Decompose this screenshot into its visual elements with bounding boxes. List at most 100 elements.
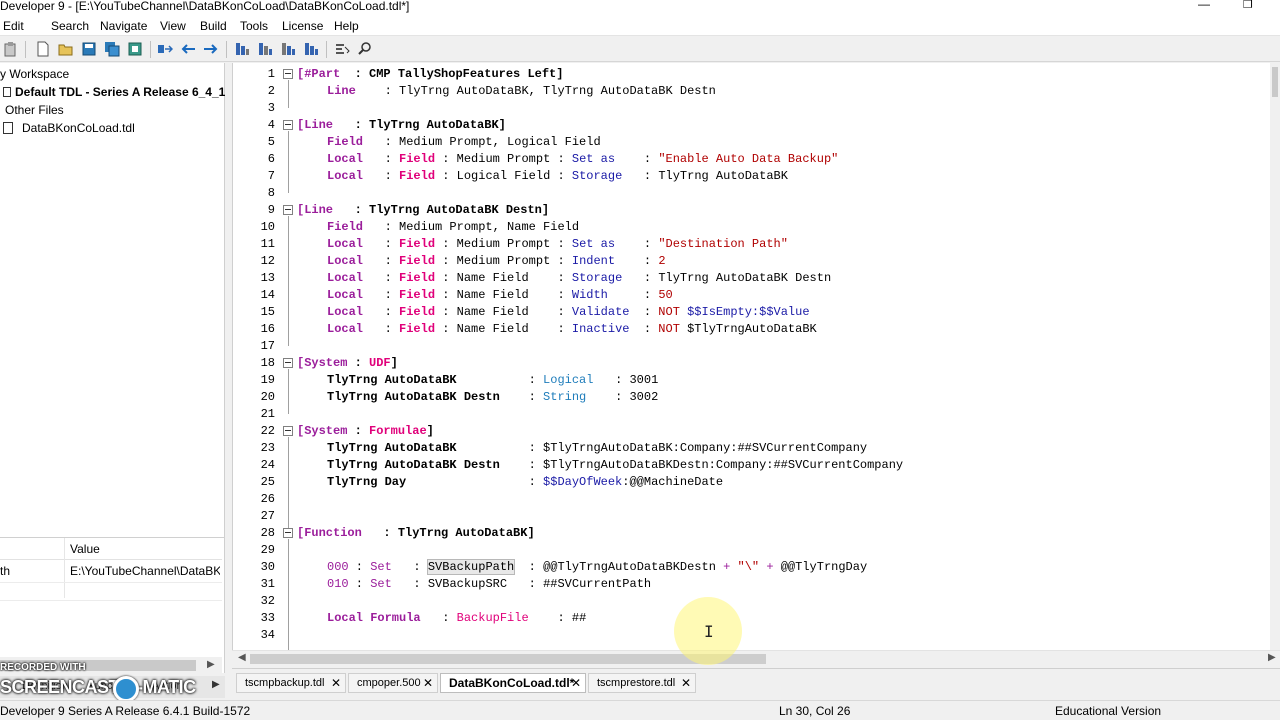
line-number: 20 <box>260 390 275 404</box>
save-icon[interactable] <box>81 41 97 57</box>
close-tab-icon[interactable]: ✕ <box>571 674 581 692</box>
tree-item-project[interactable]: Default TDL - Series A Release 6_4_1 <box>3 83 225 101</box>
line-number: 8 <box>267 186 275 200</box>
workspace-pane: y Workspace Default TDL - Series A Relea… <box>0 63 225 594</box>
window-title: Developer 9 - [E:\YouTubeChannel\DataBKo… <box>0 0 410 13</box>
line-number: 9 <box>267 203 275 217</box>
code-line-11: Local : Field : Medium Prompt : Set as :… <box>327 237 788 251</box>
minimize-icon[interactable]: — <box>1198 0 1212 12</box>
menu-tools[interactable]: Tools <box>240 18 268 34</box>
editor-vertical-scrollbar[interactable] <box>1270 63 1280 650</box>
export-icon[interactable] <box>127 41 143 57</box>
code-line-16: Local : Field : Name Field : Inactive : … <box>327 322 817 336</box>
tab-function[interactable]: Function <box>88 680 130 692</box>
line-number: 31 <box>260 577 275 591</box>
zoom-icon[interactable] <box>357 41 373 57</box>
tab-action[interactable]: Action <box>152 680 183 692</box>
tree-item-other-files[interactable]: Other Files <box>5 101 64 119</box>
project-label: Default TDL - Series A Release 6_4_1 <box>15 85 226 99</box>
code-line-2: Line : TlyTrng AutoDataBK, TlyTrng AutoD… <box>327 84 716 98</box>
line-number: 1 <box>267 67 275 81</box>
code-line-9: [Line : TlyTrng AutoDataBK Destn] <box>297 203 550 217</box>
property-name: th <box>0 564 11 578</box>
line-number: 14 <box>260 288 275 302</box>
line-number: 28 <box>260 526 275 540</box>
property-value[interactable]: E:\YouTubeChannel\DataBKo <box>70 564 220 578</box>
menu-navigate[interactable]: Navigate <box>100 18 147 34</box>
toolbar-separator <box>326 41 327 58</box>
fold-toggle-icon[interactable] <box>283 120 293 130</box>
build-icon[interactable] <box>234 41 250 57</box>
menu-edit[interactable]: Edit <box>3 18 24 34</box>
close-tab-icon[interactable]: ✕ <box>331 674 341 692</box>
save-all-icon[interactable] <box>104 41 120 57</box>
clean-icon[interactable] <box>303 41 319 57</box>
close-tab-icon[interactable]: ✕ <box>681 674 691 692</box>
menu-search[interactable]: Search <box>51 18 89 34</box>
menu-build[interactable]: Build <box>200 18 227 34</box>
menu-bar: Edit Search Navigate View Build Tools Li… <box>0 16 1280 36</box>
tabs-scroll-right-icon[interactable]: ▶ <box>212 679 220 690</box>
fold-toggle-icon[interactable] <box>283 358 293 368</box>
code-line-14: Local : Field : Name Field : Width : 50 <box>327 288 673 302</box>
line-number: 27 <box>260 509 275 523</box>
tab-tscmprestore[interactable]: tscmprestore.tdl ✕ <box>588 673 696 693</box>
close-tab-icon[interactable]: ✕ <box>423 674 433 692</box>
tab-databkoncoload[interactable]: DataBKonCoLoad.tdl* ✕ <box>440 673 586 693</box>
open-folder-icon[interactable] <box>58 41 74 57</box>
code-line-20: TlyTrng AutoDataBK Destn : String : 3002 <box>327 390 659 404</box>
scroll-right-icon[interactable]: ▶ <box>1268 652 1276 663</box>
code-line-13: Local : Field : Name Field : Storage : T… <box>327 271 832 285</box>
back-arrow-icon[interactable] <box>180 41 196 57</box>
toolbar-separator <box>150 41 151 58</box>
code-line-1: [#Part : CMP TallyShopFeatures Left] <box>297 67 564 81</box>
workspace-label: Workspace <box>9 67 70 81</box>
tally-developer-window: Developer 9 - [E:\YouTubeChannel\DataBKo… <box>0 0 1280 720</box>
paste-icon[interactable] <box>3 41 19 57</box>
maximize-icon[interactable]: ❐ <box>1243 0 1255 11</box>
forward-arrow-icon[interactable] <box>203 41 219 57</box>
code-line-33: Local Formula : BackupFile : ## <box>327 611 587 625</box>
fold-toggle-icon[interactable] <box>283 205 293 215</box>
fold-toggle-icon[interactable] <box>283 528 293 538</box>
line-number: 21 <box>260 407 275 421</box>
properties-horizontal-scrollbar[interactable]: ▶ <box>0 657 222 674</box>
properties-header <box>0 538 222 598</box>
scroll-left-icon[interactable]: ◀ <box>238 652 246 663</box>
scrollbar-thumb[interactable] <box>0 660 196 671</box>
scroll-right-icon[interactable]: ▶ <box>207 659 215 670</box>
line-number: 13 <box>260 271 275 285</box>
rebuild-icon[interactable] <box>280 41 296 57</box>
line-number: 24 <box>260 458 275 472</box>
tree-item-file[interactable]: DataBKonCoLoad.tdl <box>3 119 135 137</box>
find-icon[interactable] <box>334 41 350 57</box>
line-number: 26 <box>260 492 275 506</box>
tab-tscmpbackup[interactable]: tscmpbackup.tdl ✕ <box>236 673 346 693</box>
menu-help[interactable]: Help <box>334 18 359 34</box>
line-number-gutter: 1 2 3 4 5 6 7 8 9 10 11 12 13 14 15 16 1… <box>233 63 281 655</box>
menu-view[interactable]: View <box>160 18 186 34</box>
file-label: DataBKonCoLoad.tdl <box>22 121 135 135</box>
status-version: Developer 9 Series A Release 6.4.1 Build… <box>0 704 251 718</box>
new-file-icon[interactable] <box>35 41 51 57</box>
code-editor[interactable]: 1 2 3 4 5 6 7 8 9 10 11 12 13 14 15 16 1… <box>232 63 1280 655</box>
menu-license[interactable]: License <box>282 18 323 34</box>
code-line-23: TlyTrng AutoDataBK : $TlyTrngAutoDataBK:… <box>327 441 868 455</box>
line-number: 25 <box>260 475 275 489</box>
compact-icon[interactable] <box>157 41 173 57</box>
fold-toggle-icon[interactable] <box>283 426 293 436</box>
build-all-icon[interactable] <box>257 41 273 57</box>
code-line-6: Local : Field : Medium Prompt : Set as :… <box>327 152 839 166</box>
code-line-31: 010 : Set : SVBackupSRC : ##SVCurrentPat… <box>327 577 652 591</box>
code-line-19: TlyTrng AutoDataBK : Logical : 3001 <box>327 373 659 387</box>
scrollbar-thumb[interactable] <box>1272 67 1278 97</box>
status-cursor-position: Ln 30, Col 26 <box>779 704 851 718</box>
tab-cmpoper[interactable]: cmpoper.500 ✕ <box>348 673 438 693</box>
editor-horizontal-scrollbar[interactable]: ◀ ▶ <box>232 650 1280 666</box>
tab-definition[interactable]: Definition <box>22 680 68 692</box>
text-cursor-icon: I <box>704 622 714 641</box>
line-number: 34 <box>260 628 275 642</box>
fold-toggle-icon[interactable] <box>283 69 293 79</box>
code-line-18: [System : UDF] <box>297 356 398 370</box>
line-number: 5 <box>267 135 275 149</box>
